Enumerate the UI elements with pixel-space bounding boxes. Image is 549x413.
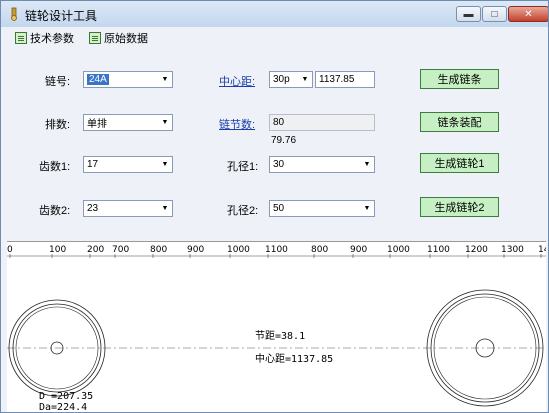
bore1-value: 30 [273,159,285,170]
teeth2-value: 23 [87,203,99,214]
chevron-down-icon: ▼ [363,161,371,168]
center-unit-select[interactable]: 30p ▼ [269,71,313,88]
teeth1-select[interactable]: 17 ▼ [83,156,173,173]
chevron-down-icon: ▼ [161,119,169,126]
rows-select[interactable]: 单排 ▼ [83,114,173,131]
toolbar: 技术参数 原始数据 [1,27,548,49]
generate-chain-button[interactable]: 生成链条 [420,69,499,89]
main-window: 链轮设计工具 ▬ □ ✕ 技术参数 原始数据 链号: 24A ▼ 中心距: 30… [0,0,549,413]
bore1-select[interactable]: 30 ▼ [269,156,375,173]
teeth1-value: 17 [87,159,99,170]
tip-diameter-annotation: Da=224.4 [39,402,87,412]
chain-assembly-button[interactable]: 链条装配 [420,112,499,132]
chevron-down-icon: ▼ [301,76,309,83]
minimize-button[interactable]: ▬ [456,6,481,22]
chevron-down-icon: ▼ [161,76,169,83]
center-distance-label[interactable]: 中心距: [219,73,255,89]
chevron-down-icon: ▼ [161,161,169,168]
close-icon: ✕ [524,8,533,20]
chevron-down-icon: ▼ [161,205,169,212]
center-distance-input[interactable]: 1137.85 [315,71,375,88]
chain-links-field: 80 [269,114,375,131]
center-unit-value: 30p [273,74,290,85]
maximize-icon: □ [491,8,498,20]
tech-params-label: 技术参数 [30,33,74,45]
rows-label: 排数: [45,119,71,131]
generate-sprocket2-button[interactable]: 生成链轮2 [420,197,499,217]
raw-data-menu[interactable]: 原始数据 [89,30,148,46]
title-bar[interactable]: 链轮设计工具 ▬ □ ✕ [1,1,548,27]
teeth2-label: 齿数2: [39,205,71,217]
ruler-tick-label: 1300 [501,245,524,255]
raw-data-label: 原始数据 [104,33,148,45]
chain-links-label[interactable]: 链节数: [219,116,255,132]
ruler-tick-label: 900 [187,245,204,255]
document-icon [15,32,27,44]
pitch-annotation: 节距=38.1 [255,330,305,342]
maximize-button[interactable]: □ [482,6,507,22]
teeth1-label: 齿数1: [39,161,71,173]
bore2-select[interactable]: 50 ▼ [269,200,375,217]
rows-value: 单排 [87,119,107,130]
ruler-tick-label: 900 [350,245,367,255]
app-icon [11,7,17,21]
chain-links-calculated: 79.76 [271,135,297,146]
ruler-tick-label: 1200 [465,245,488,255]
ruler-tick-label: 140 [538,245,546,255]
bore1-label: 孔径1: [227,161,259,173]
ruler-tick-label: 800 [150,245,167,255]
chain-no-select[interactable]: 24A ▼ [83,71,173,88]
ruler-tick-label: 1000 [387,245,410,255]
ruler-tick-label: 100 [49,245,66,255]
ruler-tick-label: 700 [112,245,129,255]
chain-no-label: 链号: [45,76,71,88]
generate-sprocket1-button[interactable]: 生成链轮1 [420,153,499,173]
bore2-value: 50 [273,203,285,214]
ruler-tick-label: 200 [87,245,104,255]
parameter-form: 链号: 24A ▼ 中心距: 30p ▼ 1137.85 生成链条 排数: 单排… [1,49,548,239]
ruler-tick-label: 1100 [427,245,450,255]
drawing-svg: 0 100 200 700 800 900 1000 1100 800 900 1000 1100 12… [7,245,546,412]
ruler-tick-label: 800 [311,245,328,255]
ruler-tick-label: 0 [7,245,13,255]
drawing-canvas[interactable]: 0 100 200 700 800 900 1000 1100 800 900 1000 1100 12… [7,241,546,412]
chain-no-value: 24A [87,74,109,85]
chevron-down-icon: ▼ [363,205,371,212]
tech-params-menu[interactable]: 技术参数 [15,30,74,46]
pitch-diameter-annotation: D =207.35 [39,391,93,402]
ruler-tick-label: 1000 [227,245,250,255]
minimize-icon: ▬ [463,8,474,20]
window-title: 链轮设计工具 [25,9,98,23]
close-button[interactable]: ✕ [508,6,548,22]
teeth2-select[interactable]: 23 ▼ [83,200,173,217]
table-icon [89,32,101,44]
center-distance-annotation: 中心距=1137.85 [255,352,333,365]
ruler-tick-label: 1100 [265,245,288,255]
bore2-label: 孔径2: [227,205,259,217]
